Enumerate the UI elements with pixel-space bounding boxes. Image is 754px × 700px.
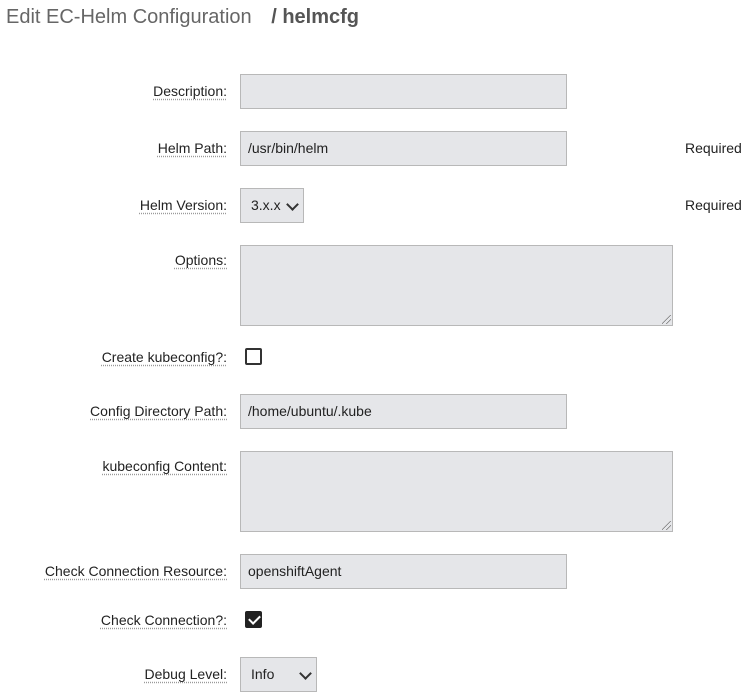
description-label: Description: (153, 83, 227, 99)
helm-path-required-note: Required (685, 140, 742, 156)
helm-version-value: 3.x.x (251, 197, 281, 213)
chevron-down-icon (286, 198, 299, 211)
debug-level-select[interactable]: Info (240, 657, 317, 692)
kubeconfig-content-label: kubeconfig Content: (102, 458, 227, 474)
config-directory-path-label: Config Directory Path: (90, 403, 227, 419)
page-title: Edit EC-Helm Configuration / helmcfg (6, 6, 359, 29)
check-connection-checkbox[interactable] (245, 611, 262, 628)
config-directory-path-input[interactable]: /home/ubuntu/.kube (240, 394, 567, 429)
options-textarea[interactable] (240, 245, 673, 326)
options-label: Options: (174, 252, 227, 268)
resize-grip-icon[interactable] (662, 521, 671, 530)
debug-level-label: Debug Level: (144, 666, 227, 682)
check-connection-resource-input[interactable]: openshiftAgent (240, 554, 567, 589)
page-title-text: Edit EC-Helm Configuration (6, 6, 252, 28)
helm-version-label: Helm Version: (139, 197, 227, 213)
chevron-down-icon (299, 667, 312, 680)
check-connection-resource-label: Check Connection Resource: (44, 563, 227, 579)
debug-level-value: Info (251, 666, 275, 682)
description-input[interactable] (240, 74, 567, 109)
helm-path-input[interactable]: /usr/bin/helm (240, 131, 567, 166)
edit-configuration-page: Edit EC-Helm Configuration / helmcfg Des… (0, 0, 754, 700)
title-separator: / (271, 6, 277, 28)
check-connection-label: Check Connection?: (100, 612, 227, 628)
resize-grip-icon[interactable] (662, 315, 671, 324)
helm-path-label: Helm Path: (157, 140, 227, 156)
check-icon (248, 612, 261, 625)
config-name: helmcfg (282, 6, 360, 28)
create-kubeconfig-label: Create kubeconfig?: (101, 349, 227, 365)
helm-version-select[interactable]: 3.x.x (240, 188, 304, 223)
helm-version-required-note: Required (685, 197, 742, 213)
kubeconfig-content-textarea[interactable] (240, 451, 673, 532)
create-kubeconfig-checkbox[interactable] (245, 348, 262, 365)
